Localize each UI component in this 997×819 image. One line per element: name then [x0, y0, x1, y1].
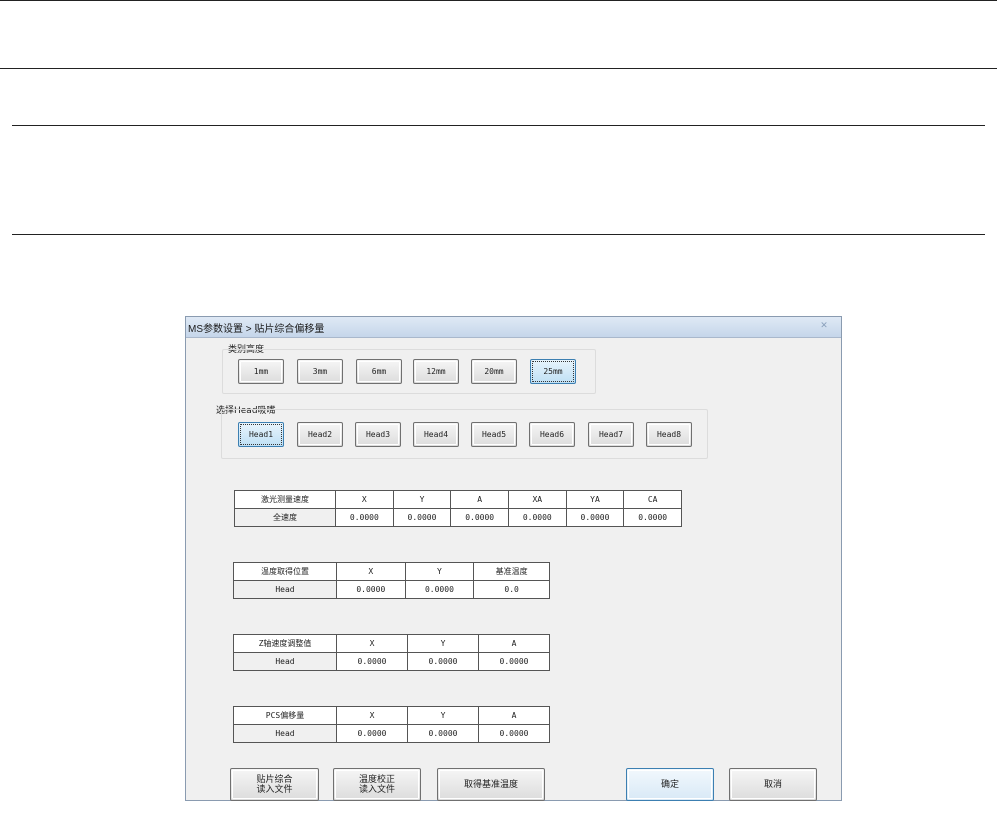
head-button-1[interactable]: Head1 — [238, 422, 284, 447]
laser-header-y: Y — [392, 490, 452, 509]
laser-cell-ca[interactable]: 0.0000 — [623, 508, 682, 527]
laser-cell-x[interactable]: 0.0000 — [335, 508, 394, 527]
z-row-label: Head — [233, 652, 337, 671]
pcs-header-x: X — [336, 706, 408, 725]
head-button-3[interactable]: Head3 — [355, 422, 401, 447]
ok-button[interactable]: 确定 — [626, 768, 714, 801]
height-button-1mm[interactable]: 1mm — [238, 359, 284, 384]
laser-cell-ya[interactable]: 0.0000 — [565, 508, 625, 527]
pcs-row-label: Head — [233, 724, 337, 743]
temp-header-x: X — [336, 562, 406, 581]
temp-cell-x[interactable]: 0.0000 — [336, 580, 406, 599]
laser-header-label: 激光测量速度 — [234, 490, 336, 509]
pcs-header-a: A — [478, 706, 550, 725]
head-button-8[interactable]: Head8 — [646, 422, 692, 447]
import-temp-file-button[interactable]: 温度校正 读入文件 — [333, 768, 421, 801]
rule-4 — [12, 234, 985, 235]
z-header-label: Z轴速度调整值 — [233, 634, 337, 653]
laser-header-xa: XA — [507, 490, 567, 509]
pcs-header-y: Y — [407, 706, 479, 725]
rule-3 — [12, 125, 985, 126]
height-button-12mm[interactable]: 12mm — [413, 359, 459, 384]
cancel-button[interactable]: 取消 — [729, 768, 817, 801]
height-button-20mm[interactable]: 20mm — [471, 359, 517, 384]
pcs-header-label: PCS偏移量 — [233, 706, 337, 725]
height-button-6mm[interactable]: 6mm — [356, 359, 402, 384]
laser-header-a: A — [450, 490, 509, 509]
pcs-cell-a[interactable]: 0.0000 — [478, 724, 550, 743]
rule-2 — [0, 68, 997, 69]
window-title: MS参数设置 > 贴片综合偏移量 — [188, 324, 325, 335]
height-group: 1mm 3mm 6mm 12mm 20mm 25mm — [222, 349, 596, 394]
z-header-y: Y — [407, 634, 479, 653]
laser-cell-xa[interactable]: 0.0000 — [507, 508, 567, 527]
height-button-3mm[interactable]: 3mm — [297, 359, 343, 384]
head-button-7[interactable]: Head7 — [588, 422, 634, 447]
title-bar[interactable]: MS参数设置 > 贴片综合偏移量 ✕ — [186, 317, 841, 338]
z-header-a: A — [478, 634, 550, 653]
head-group: Head1 Head2 Head3 Head4 Head5 Head6 Head… — [221, 409, 708, 459]
head-button-5[interactable]: Head5 — [471, 422, 517, 447]
head-button-4[interactable]: Head4 — [413, 422, 459, 447]
z-cell-x[interactable]: 0.0000 — [336, 652, 408, 671]
z-cell-a[interactable]: 0.0000 — [478, 652, 550, 671]
temp-position-table: 温度取得位置 X Y 基准温度 Head 0.0000 0.0000 0.0 — [233, 562, 550, 599]
import-placement-file-button[interactable]: 贴片综合 读入文件 — [230, 768, 319, 801]
z-header-x: X — [336, 634, 408, 653]
temp-row-label: Head — [233, 580, 337, 599]
laser-header-ya: YA — [565, 490, 625, 509]
temp-cell-y[interactable]: 0.0000 — [404, 580, 475, 599]
temp-header-base: 基准温度 — [473, 562, 550, 581]
laser-cell-a[interactable]: 0.0000 — [450, 508, 509, 527]
head-button-2[interactable]: Head2 — [297, 422, 343, 447]
laser-speed-table: 激光测量速度 X Y A XA YA CA 全速度 0.0000 0.0000 … — [234, 490, 682, 527]
laser-row-label: 全速度 — [234, 508, 336, 527]
z-cell-y[interactable]: 0.0000 — [407, 652, 479, 671]
laser-header-ca: CA — [623, 490, 682, 509]
pcs-cell-x[interactable]: 0.0000 — [336, 724, 408, 743]
head-button-6[interactable]: Head6 — [529, 422, 575, 447]
pcs-cell-y[interactable]: 0.0000 — [407, 724, 479, 743]
get-base-temp-button[interactable]: 取得基准温度 — [437, 768, 545, 801]
temp-header-label: 温度取得位置 — [233, 562, 337, 581]
dialog-window: MS参数设置 > 贴片综合偏移量 ✕ 类别高度 1mm 3mm 6mm 12mm… — [185, 316, 842, 801]
height-button-25mm[interactable]: 25mm — [530, 359, 576, 384]
close-icon[interactable]: ✕ — [817, 320, 831, 332]
z-speed-table: Z轴速度调整值 X Y A Head 0.0000 0.0000 0.0000 — [233, 634, 550, 671]
rule-top — [0, 0, 997, 1]
laser-cell-y[interactable]: 0.0000 — [392, 508, 452, 527]
temp-cell-base[interactable]: 0.0 — [473, 580, 550, 599]
temp-header-y: Y — [404, 562, 475, 581]
pcs-offset-table: PCS偏移量 X Y A Head 0.0000 0.0000 0.0000 — [233, 706, 550, 743]
laser-header-x: X — [335, 490, 394, 509]
